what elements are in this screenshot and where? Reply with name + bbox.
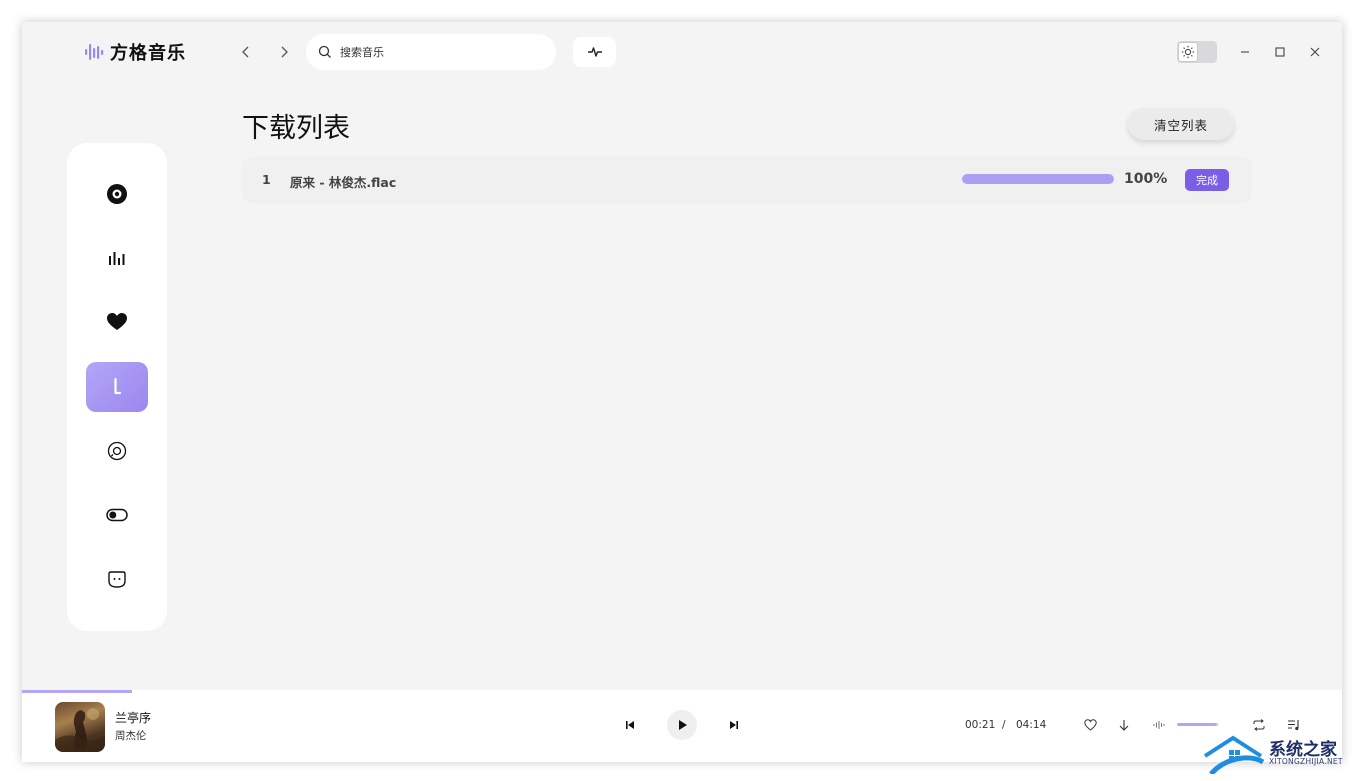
minimize-icon [1241, 51, 1249, 53]
album-cover[interactable] [55, 702, 105, 752]
sidebar-item-discover[interactable] [86, 169, 148, 219]
volume-slider[interactable] [1177, 723, 1219, 726]
arrow-down-icon [1119, 719, 1129, 731]
time-separator: / [1002, 719, 1006, 731]
playlist-icon [1288, 720, 1299, 731]
logo-icon [85, 44, 104, 60]
sidebar-item-settings[interactable] [86, 490, 148, 540]
current-time: 00:21 [965, 719, 996, 731]
pulse-icon [587, 47, 602, 57]
disc-icon [107, 184, 127, 204]
playback-progress-fill [22, 690, 132, 693]
toggle-icon [106, 508, 128, 522]
maximize-button[interactable] [1269, 41, 1291, 63]
sun-icon [1181, 45, 1195, 59]
status-badge: 完成 [1185, 169, 1229, 191]
maximize-icon [1275, 47, 1285, 57]
sidebar-item-favorites[interactable] [86, 297, 148, 347]
heart-icon [107, 313, 127, 330]
volume-icon [1153, 721, 1165, 729]
page-title: 下载列表 [242, 113, 350, 144]
volume-button[interactable] [1151, 716, 1169, 734]
skip-next-icon [730, 721, 738, 729]
download-icon [114, 377, 122, 395]
repeat-icon [1253, 719, 1265, 731]
volume-fill [1177, 723, 1217, 726]
search-icon [318, 45, 331, 58]
back-button[interactable] [235, 41, 257, 63]
download-file-name: 原来 - 林俊杰.flac [290, 175, 397, 190]
play-icon [679, 720, 687, 730]
search-input[interactable] [340, 45, 530, 59]
download-percent: 100% [1124, 171, 1168, 187]
song-title[interactable]: 兰亭序 [115, 709, 151, 726]
download-progress-fill [962, 174, 1114, 184]
theme-knob [1178, 42, 1198, 62]
sidebar-item-about[interactable] [86, 554, 148, 604]
download-progress-bar [962, 174, 1114, 184]
skip-previous-icon [626, 721, 634, 729]
minimize-button[interactable] [1234, 41, 1256, 63]
app-name: 方格音乐 [110, 43, 186, 64]
heart-outline-icon [1083, 719, 1097, 731]
next-button[interactable] [725, 716, 743, 734]
song-artist[interactable]: 周杰伦 [115, 728, 147, 743]
cd-icon [107, 441, 127, 461]
equalizer-icon [109, 252, 125, 265]
watermark: 系统之家 XITONGZHIJIA.NET [1203, 734, 1363, 774]
repeat-button[interactable] [1250, 716, 1268, 734]
close-button[interactable] [1304, 41, 1326, 63]
download-index: 1 [262, 172, 271, 187]
app-logo: 方格音乐 [84, 40, 186, 64]
house-logo-icon [1203, 735, 1265, 774]
download-button[interactable] [1115, 716, 1133, 734]
clear-list-button[interactable]: 清空列表 [1128, 108, 1234, 140]
previous-button[interactable] [621, 716, 639, 734]
playback-progress-bar[interactable] [22, 690, 1342, 693]
close-icon [1310, 47, 1320, 57]
forward-button[interactable] [273, 41, 295, 63]
pulse-button[interactable] [573, 37, 616, 67]
search-box[interactable] [306, 34, 556, 70]
app-window: 方格音乐 搜索音乐 下载列表 清空列表 1 原来 - 林俊杰.flac 100%… [22, 22, 1342, 762]
watermark-subtext: XITONGZHIJIA.NET [1269, 757, 1343, 766]
like-button[interactable] [1081, 716, 1099, 734]
total-time: 04:14 [1016, 719, 1047, 731]
face-icon [108, 571, 126, 588]
theme-toggle[interactable] [1177, 41, 1217, 63]
download-row[interactable]: 1 原来 - 林俊杰.flac 100% 完成 [242, 157, 1252, 203]
sidebar [67, 143, 167, 631]
sidebar-item-charts[interactable] [86, 233, 148, 283]
playlist-button[interactable] [1285, 716, 1303, 734]
sidebar-item-local[interactable] [86, 426, 148, 476]
chevron-right-icon [281, 46, 288, 58]
chevron-left-icon [242, 46, 249, 58]
sidebar-item-downloads[interactable] [86, 362, 148, 412]
player-bar: 兰亭序 周杰伦 00:21 / 04:14 [22, 690, 1342, 762]
album-art-image [55, 708, 105, 752]
play-button[interactable] [667, 710, 697, 740]
